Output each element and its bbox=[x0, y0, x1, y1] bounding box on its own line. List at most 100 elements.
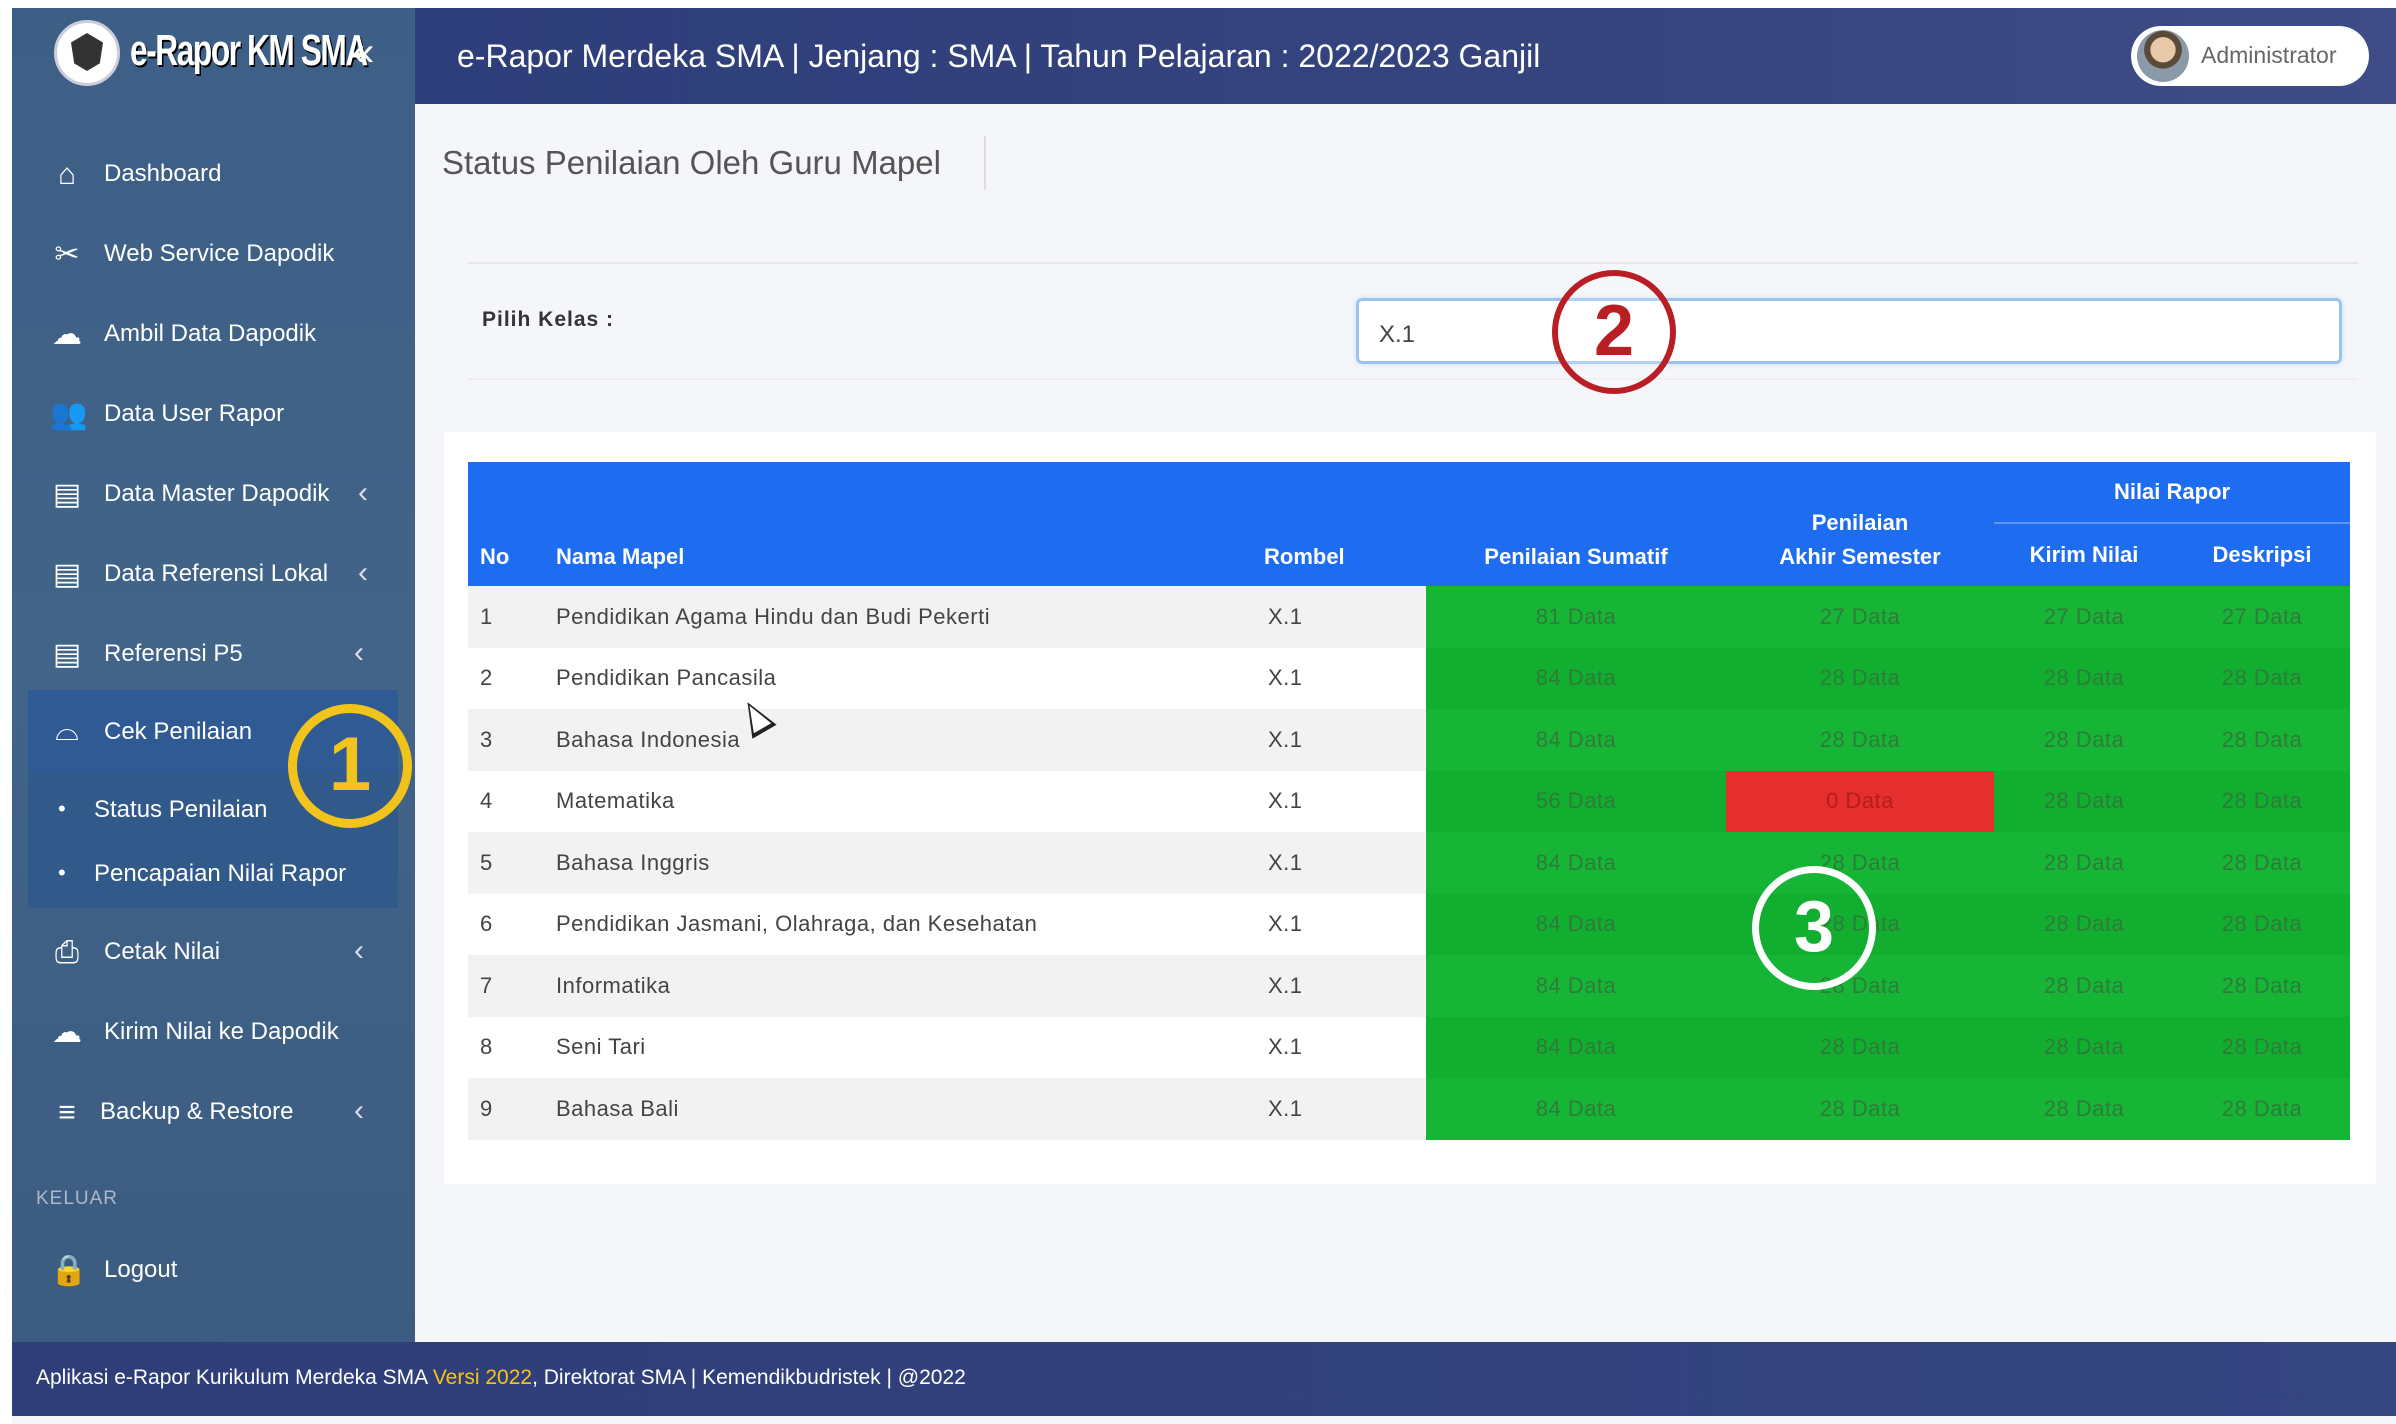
sidebar-item-logout[interactable]: 🔒 Logout bbox=[12, 1238, 415, 1302]
table-row: 6 Pendidikan Jasmani, Olahraga, dan Kese… bbox=[468, 893, 2351, 955]
sidebar-section-label: KELUAR bbox=[36, 1188, 119, 1209]
cell-kirim-nilai: 28 Data bbox=[1994, 647, 2174, 709]
sidebar-item-data-user-rapor[interactable]: 👥 Data User Rapor bbox=[12, 382, 415, 446]
chevron-left-icon: ‹ bbox=[354, 636, 364, 669]
chevron-left-icon: ‹ bbox=[358, 556, 368, 589]
collapse-sidebar-icon[interactable]: « bbox=[352, 30, 374, 75]
sidebar-item-cetak-nilai[interactable]: ⎙ Cetak Nilai ‹ bbox=[12, 920, 415, 984]
tools-icon: ✂ bbox=[54, 238, 80, 271]
sidebar-item-label: Data Master Dapodik bbox=[104, 480, 330, 507]
cell-no: 1 bbox=[468, 586, 544, 648]
cell-rombel: X.1 bbox=[1254, 832, 1426, 894]
topbar: e-Rapor Merdeka SMA | Jenjang : SMA | Ta… bbox=[415, 8, 2396, 104]
sidebar-item-label: Ambil Data Dapodik bbox=[104, 320, 317, 347]
footer-suffix: , Direktorat SMA | Kemendikbudristek | @… bbox=[532, 1366, 966, 1389]
kelas-select[interactable]: X.1 bbox=[1356, 298, 2342, 364]
sidebar-subitem-label: Status Penilaian bbox=[94, 796, 268, 823]
archive-icon: ▤ bbox=[52, 478, 82, 511]
cell-kirim-nilai: 28 Data bbox=[1994, 893, 2174, 955]
annotation-badge-3: 3 bbox=[1752, 866, 1876, 990]
app-title: e-Rapor Merdeka SMA | Jenjang : SMA | Ta… bbox=[457, 38, 1541, 74]
cell-deskripsi: 28 Data bbox=[2174, 832, 2351, 894]
divider bbox=[468, 378, 2358, 380]
cloud-download-icon: ☁ bbox=[52, 318, 82, 351]
sidebar-subitem-pencapaian-nilai-rapor[interactable]: • Pencapaian Nilai Rapor bbox=[28, 842, 398, 904]
sidebar-item-label: Referensi P5 bbox=[104, 640, 243, 667]
sidebar-item-dashboard[interactable]: ⌂ Dashboard bbox=[12, 142, 415, 206]
cell-sumatif: 56 Data bbox=[1426, 770, 1726, 832]
cell-rombel: X.1 bbox=[1254, 1016, 1426, 1078]
cell-rombel: X.1 bbox=[1254, 893, 1426, 955]
brand-name: e-Rapor KM SMA bbox=[130, 26, 368, 75]
cell-no: 4 bbox=[468, 770, 544, 832]
table-row: 1 Pendidikan Agama Hindu dan Budi Pekert… bbox=[468, 586, 2351, 648]
title-divider bbox=[984, 136, 986, 190]
kelas-selected-value: X.1 bbox=[1379, 321, 1416, 348]
cell-no: 5 bbox=[468, 832, 544, 894]
sidebar: e-Rapor KM SMA « ⌂ Dashboard ✂ Web Servi… bbox=[12, 8, 415, 1350]
sidebar-item-backup-restore[interactable]: ≡ Backup & Restore ‹ bbox=[12, 1080, 415, 1144]
cell-no: 3 bbox=[468, 709, 544, 771]
cell-mapel: Bahasa Bali bbox=[544, 1078, 1254, 1140]
cell-no: 8 bbox=[468, 1016, 544, 1078]
inbox-icon: ⌓ bbox=[55, 714, 79, 747]
sidebar-item-referensi-p5[interactable]: ▤ Referensi P5 ‹ bbox=[12, 622, 415, 686]
footer-versi: Versi 2022 bbox=[432, 1366, 533, 1389]
col-header-penilaian-akhir-semester: Penilaian Akhir Semester bbox=[1726, 462, 1994, 586]
sidebar-item-label: Cek Penilaian bbox=[104, 718, 253, 745]
cell-sumatif: 84 Data bbox=[1426, 893, 1726, 955]
sidebar-item-kirim-nilai-ke-dapodik[interactable]: ☁ Kirim Nilai ke Dapodik bbox=[12, 1000, 415, 1064]
cell-pas: 28 Data bbox=[1726, 1078, 1994, 1140]
sidebar-item-label: Web Service Dapodik bbox=[104, 240, 335, 267]
cell-pas-missing: 0 Data bbox=[1726, 770, 1994, 832]
cell-rombel: X.1 bbox=[1254, 709, 1426, 771]
database-icon: ≡ bbox=[58, 1096, 76, 1129]
sidebar-item-data-master-dapodik[interactable]: ▤ Data Master Dapodik ‹ bbox=[12, 462, 415, 526]
divider bbox=[468, 262, 2358, 264]
sidebar-subitem-label: Pencapaian Nilai Rapor bbox=[94, 860, 347, 887]
col-header-pas-line1: Penilaian bbox=[1811, 510, 1909, 535]
cell-mapel: Pendidikan Jasmani, Olahraga, dan Keseha… bbox=[544, 893, 1254, 955]
cell-sumatif: 84 Data bbox=[1426, 1078, 1726, 1140]
cell-sumatif: 81 Data bbox=[1426, 586, 1726, 648]
user-menu[interactable]: Administrator bbox=[2131, 26, 2369, 86]
bullet-icon: • bbox=[58, 796, 66, 821]
status-card: No Nama Mapel Rombel Penilaian Sumatif P… bbox=[444, 432, 2376, 1184]
bullet-icon: • bbox=[58, 860, 66, 885]
cell-pas: 28 Data bbox=[1726, 647, 1994, 709]
cell-mapel: Pendidikan Agama Hindu dan Budi Pekerti bbox=[544, 586, 1254, 648]
pilih-kelas-label: Pilih Kelas : bbox=[482, 308, 615, 331]
footer-text: Aplikasi e-Rapor Kurikulum Merdeka SMA V… bbox=[36, 1366, 966, 1390]
col-header-rombel: Rombel bbox=[1254, 462, 1426, 586]
cell-rombel: X.1 bbox=[1254, 955, 1426, 1017]
cell-rombel: X.1 bbox=[1254, 770, 1426, 832]
cell-deskripsi: 28 Data bbox=[2174, 709, 2351, 771]
cell-deskripsi: 28 Data bbox=[2174, 893, 2351, 955]
footer-prefix: Aplikasi e-Rapor Kurikulum Merdeka SMA bbox=[36, 1366, 433, 1389]
cell-pas: 28 Data bbox=[1726, 832, 1994, 894]
status-penilaian-table: No Nama Mapel Rombel Penilaian Sumatif P… bbox=[468, 462, 2351, 1140]
table-row: 4 Matematika X.1 56 Data 0 Data 28 Data … bbox=[468, 770, 2351, 832]
sidebar-item-data-referensi-lokal[interactable]: ▤ Data Referensi Lokal ‹ bbox=[12, 542, 415, 606]
archive-icon: ▤ bbox=[52, 558, 82, 591]
cell-deskripsi: 28 Data bbox=[2174, 1016, 2351, 1078]
cell-mapel: Bahasa Inggris bbox=[544, 832, 1254, 894]
cell-pas: 27 Data bbox=[1726, 586, 1994, 648]
col-header-deskripsi: Deskripsi bbox=[2174, 523, 2351, 586]
sidebar-item-ambil-data-dapodik[interactable]: ☁ Ambil Data Dapodik bbox=[12, 302, 415, 366]
cell-sumatif: 84 Data bbox=[1426, 709, 1726, 771]
cell-deskripsi: 27 Data bbox=[2174, 586, 2351, 648]
sidebar-item-web-service-dapodik[interactable]: ✂ Web Service Dapodik bbox=[12, 222, 415, 286]
cell-pas: 28 Data bbox=[1726, 1016, 1994, 1078]
cell-sumatif: 84 Data bbox=[1426, 1016, 1726, 1078]
sidebar-item-label: Data User Rapor bbox=[104, 400, 285, 427]
annotation-badge-1: 1 bbox=[288, 704, 412, 828]
archive-icon: ▤ bbox=[52, 638, 82, 671]
cell-deskripsi: 28 Data bbox=[2174, 955, 2351, 1017]
chevron-left-icon: ‹ bbox=[354, 1094, 364, 1127]
cell-kirim-nilai: 28 Data bbox=[1994, 709, 2174, 771]
col-header-no: No bbox=[468, 462, 544, 586]
cell-kirim-nilai: 27 Data bbox=[1994, 586, 2174, 648]
sidebar-item-label: Data Referensi Lokal bbox=[104, 560, 329, 587]
annotation-badge-2: 2 bbox=[1552, 270, 1676, 394]
